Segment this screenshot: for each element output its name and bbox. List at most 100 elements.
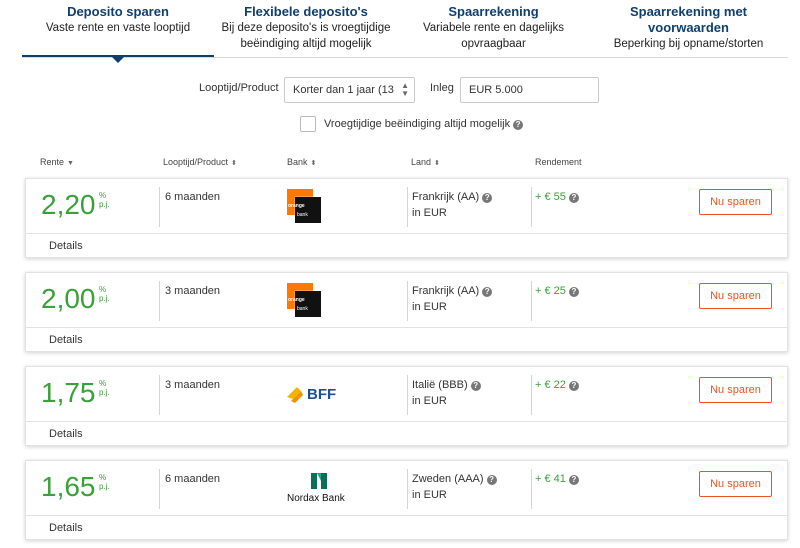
divider [159,375,160,415]
interest-rate: 1,65 [41,471,96,502]
tab-spaarrekening[interactable]: Spaarrekening Variabele rente en dagelij… [398,0,589,57]
country-rating: Frankrijk (AA)? [412,285,493,297]
offer-card: 2,00 % p.j. 3 maanden orange bank Frankrij… [25,272,788,352]
product-tabs: Deposito sparen Vaste rente en vaste loo… [22,0,788,63]
divider [159,469,160,509]
tab-title: Flexibele deposito's [244,4,368,19]
tab-subtitle: Variabele rente en dagelijks [422,22,565,34]
rate-unit: % p.j. [99,379,110,397]
country-rating: Frankrijk (AA)? [412,191,493,203]
tab-subtitle: Bij deze deposito's is vroegtijdige [221,22,391,34]
tab-subtitle-line2: opvraagbaar [461,38,526,50]
amount-value: EUR 5.000 [469,84,523,96]
early-termination-label: Vroegtijdige beëindiging altijd mogelijk… [324,118,524,130]
yield-amount: + € 25? [535,285,579,297]
help-icon[interactable]: ? [513,120,524,130]
interest-rate: 1,75 [41,377,96,408]
svg-text:BFF: BFF [307,386,336,403]
yield-amount: + € 22? [535,379,579,391]
divider [159,187,160,227]
amount-label: Inleg [430,82,454,94]
details-link[interactable]: Details [49,428,83,440]
yield-amount: + € 41? [535,473,579,485]
product-select-value: Korter dan 1 jaar (13 [293,84,394,96]
yield-amount: + € 55? [535,191,579,203]
divider [531,469,532,509]
offer-card: 1,75 % p.j. 3 maanden BFF Italië (BBB)? i… [25,366,788,446]
save-now-button[interactable]: Nu sparen [699,283,772,309]
sort-icon: ⬍ [231,160,237,167]
divider [407,281,408,321]
sort-desc-icon: ▼ [67,160,74,167]
rate-unit: % p.j. [99,473,110,491]
divider [531,281,532,321]
term: 6 maanden [165,191,221,203]
offer-card: 1,65 % p.j. 6 maanden Nordax Bank Zweden … [25,460,788,540]
tab-flexibele-depositos[interactable]: Flexibele deposito's Bij deze deposito's… [214,0,398,57]
divider [407,375,408,415]
interest-rate: 2,00 [41,283,96,314]
filter-row: Looptijd/Product Korter dan 1 jaar (13 ▲… [0,77,800,103]
help-icon[interactable]: ? [470,381,481,391]
column-header-yield: Rendement [535,157,582,167]
tab-title: Spaarrekening [448,4,539,19]
tab-spaarrekening-met-voorwaarden[interactable]: Spaarrekening met voorwaarden Beperking … [589,0,788,57]
nordax-bank-logo: Nordax Bank [287,471,351,507]
bff-logo: BFF [287,377,351,403]
help-icon[interactable]: ? [482,287,493,297]
divider [407,187,408,227]
help-icon[interactable]: ? [568,475,579,485]
currency: in EUR [412,207,447,219]
save-now-button[interactable]: Nu sparen [699,189,772,215]
term: 3 maanden [165,379,221,391]
divider [407,469,408,509]
divider [26,327,787,328]
details-link[interactable]: Details [49,522,83,534]
help-icon[interactable]: ? [482,193,493,203]
help-icon[interactable]: ? [568,381,579,391]
term: 6 maanden [165,473,221,485]
tab-subtitle: Vaste rente en vaste looptijd [45,22,191,34]
orange-bank-logo: orange bank [287,283,321,317]
active-tab-arrow-icon [112,57,124,63]
divider [26,515,787,516]
tab-title: Spaarrekening met voorwaarden [629,4,748,35]
save-now-button[interactable]: Nu sparen [699,471,772,497]
offer-card: 2,20 % p.j. 6 maanden orange bank Frankrij… [25,178,788,258]
currency: in EUR [412,395,447,407]
tab-deposito-sparen[interactable]: Deposito sparen Vaste rente en vaste loo… [22,0,214,63]
column-header-bank[interactable]: Bank ⬍ [287,157,316,167]
divider [531,375,532,415]
currency: in EUR [412,301,447,313]
tab-subtitle-line2: beëindiging altijd mogelijk [240,38,372,50]
sort-icon: ⬍ [310,160,317,167]
details-link[interactable]: Details [49,240,83,252]
interest-rate: 2,20 [41,189,96,220]
column-header-rate[interactable]: Rente ▼ [40,157,74,167]
divider [159,281,160,321]
early-termination-checkbox[interactable] [300,116,316,132]
divider [26,421,787,422]
tab-subtitle: Beperking bij opname/storten [613,38,764,50]
column-header-period[interactable]: Looptijd/Product ⬍ [163,157,237,167]
orange-bank-logo: orange bank [287,189,321,223]
details-link[interactable]: Details [49,334,83,346]
help-icon[interactable]: ? [568,287,579,297]
amount-input[interactable]: EUR 5.000 [460,77,599,103]
select-arrows-icon: ▲ ▼ [401,81,409,98]
product-filter-label: Looptijd/Product [199,82,279,94]
column-header-land[interactable]: Land ⬍ [411,157,440,167]
help-icon[interactable]: ? [568,193,579,203]
rate-unit: % p.j. [99,191,110,209]
help-icon[interactable]: ? [486,475,497,485]
divider [531,187,532,227]
country-rating: Zweden (AAA)? [412,473,497,485]
rate-unit: % p.j. [99,285,110,303]
sort-icon: ⬍ [434,160,440,167]
tab-title: Deposito sparen [67,4,169,19]
save-now-button[interactable]: Nu sparen [699,377,772,403]
divider [26,233,787,234]
country-rating: Italië (BBB)? [412,379,481,391]
product-select[interactable]: Korter dan 1 jaar (13 ▲ ▼ [284,77,415,103]
term: 3 maanden [165,285,221,297]
